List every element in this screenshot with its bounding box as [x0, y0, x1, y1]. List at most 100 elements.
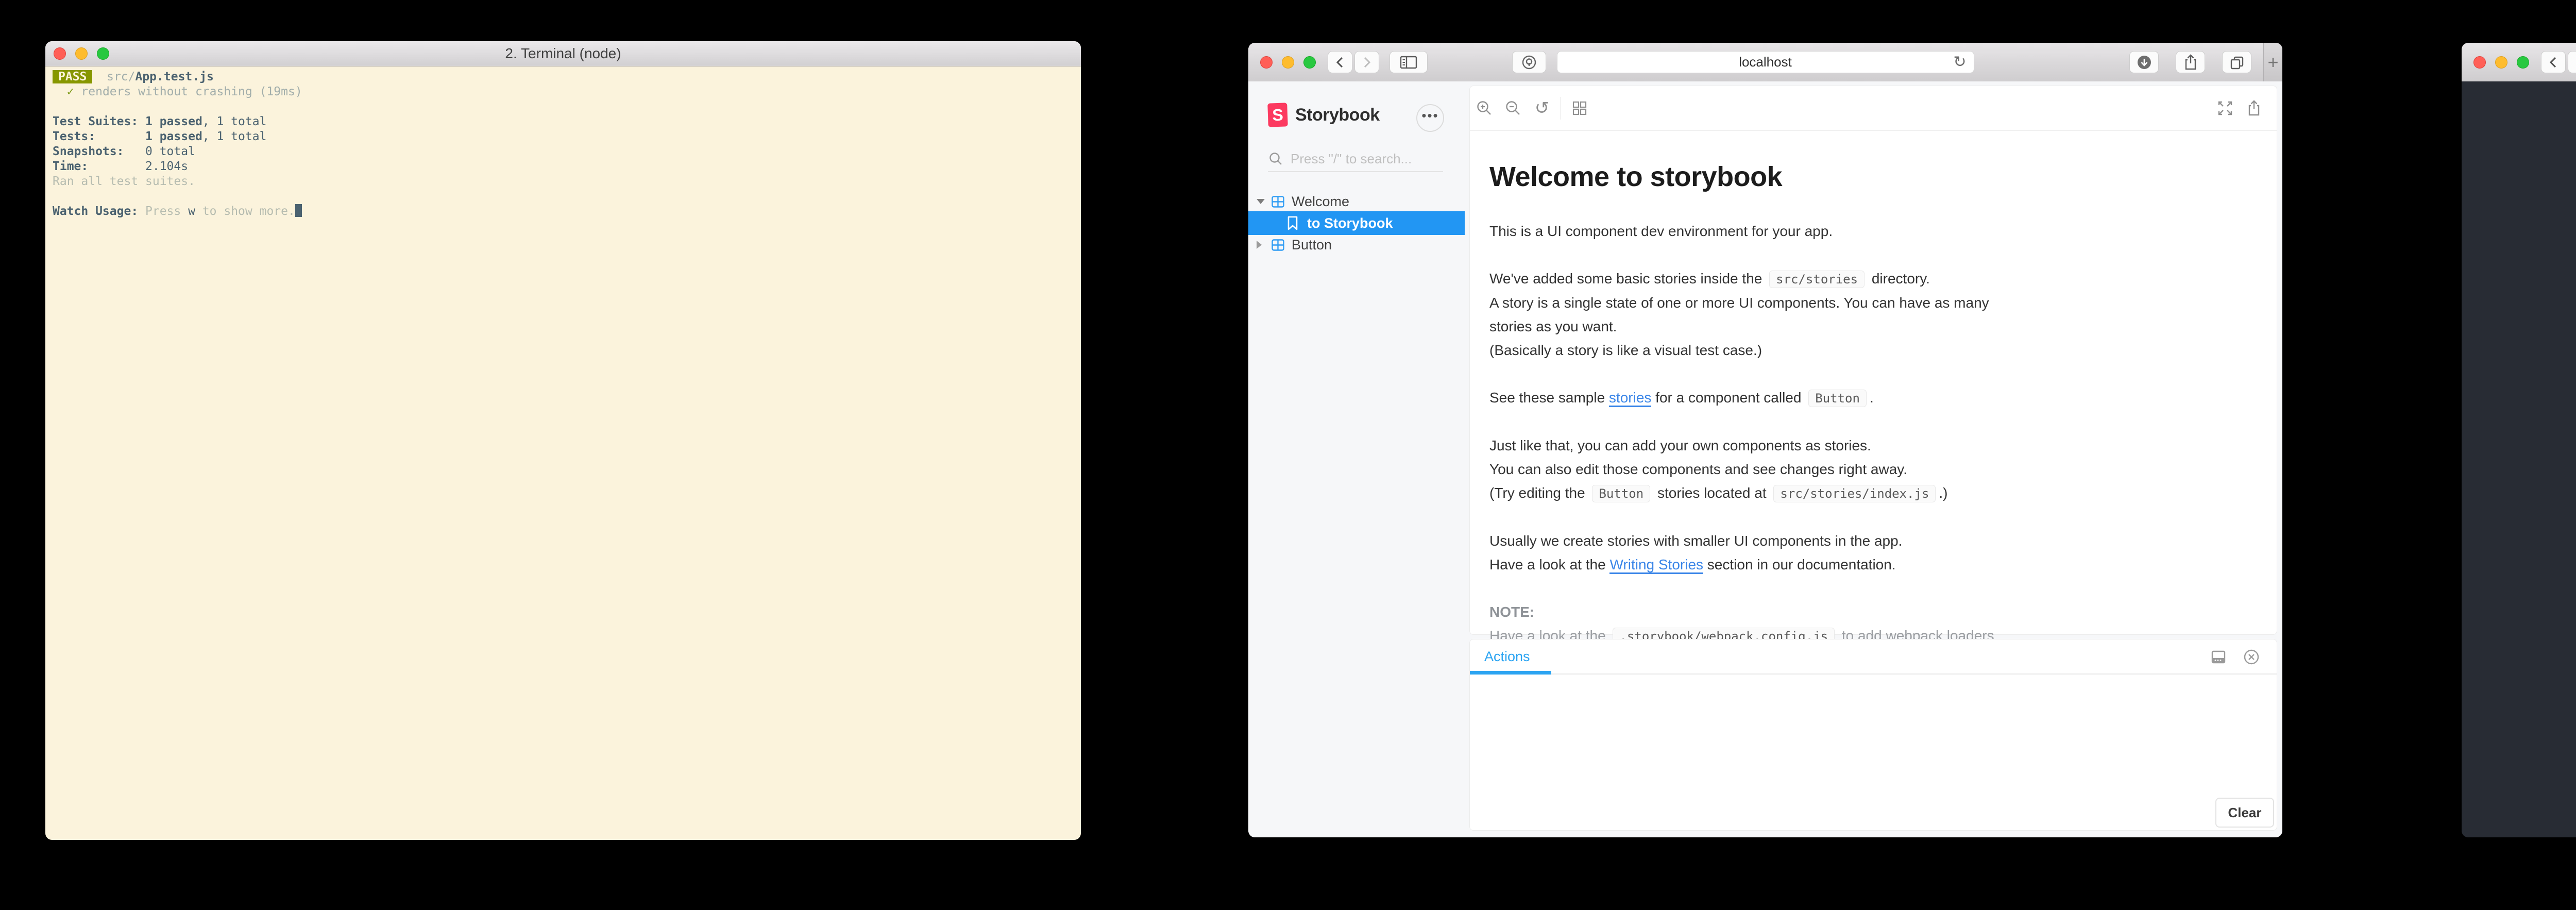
onepassword-extension-button[interactable] — [1512, 51, 1546, 73]
text-line: A story is a single state of one or more… — [1489, 291, 2256, 315]
close-button[interactable] — [2473, 56, 2486, 69]
new-tab-button[interactable]: + — [2263, 43, 2282, 81]
chevron-right-icon — [2573, 55, 2576, 70]
export-icon — [2246, 99, 2262, 117]
share-button[interactable] — [2176, 51, 2205, 73]
terminal-window: 2. Terminal (node) PASS src/App.test.js … — [45, 41, 1081, 840]
caret-down-icon[interactable] — [1257, 199, 1271, 204]
doc-link[interactable]: Writing Stories — [1609, 557, 1704, 574]
sidebar-toggle-button[interactable] — [1389, 51, 1428, 73]
paragraph: See these sample stories for a component… — [1489, 386, 2256, 410]
text-segment: (Basically a story is like a visual test… — [1489, 342, 1762, 358]
downloads-button[interactable] — [2129, 51, 2159, 73]
fullscreen-button[interactable] — [2211, 99, 2240, 117]
tabs-icon — [2229, 55, 2245, 70]
text-line: We've added some basic stories inside th… — [1489, 267, 2256, 291]
browser-toolbar[interactable]: localhost ↻ + — [1248, 43, 2282, 82]
text-segment: Usually we create stories with smaller U… — [1489, 533, 1903, 549]
shortcuts-menu-button[interactable]: ••• — [1416, 104, 1444, 132]
tab-overview-button[interactable] — [2222, 51, 2251, 73]
zoom-button[interactable] — [1303, 56, 1316, 69]
terminal-line: ✓ renders without crashing (19ms) — [66, 85, 302, 98]
back-button[interactable] — [1328, 51, 1352, 73]
terminal-line: Snapshots: 0 total — [53, 145, 195, 158]
storybook-browser-window: localhost ↻ + S Storybook ••• Press "/" … — [1248, 43, 2282, 837]
text-segment: See these sample — [1489, 390, 1609, 406]
reload-icon[interactable]: ↻ — [1953, 54, 1966, 70]
stories-tree: Welcome to Storybook Button — [1248, 192, 1465, 255]
doc-link[interactable]: stories — [1608, 390, 1652, 407]
panel-position-button[interactable] — [2206, 646, 2231, 668]
text-segment: You can also edit those components and s… — [1489, 461, 1907, 477]
paragraph: Usually we create stories with smaller U… — [1489, 529, 2256, 577]
forward-button[interactable] — [1354, 51, 1379, 73]
chevron-right-icon — [1360, 55, 1374, 70]
zoom-reset-button[interactable]: ↺ — [1528, 99, 1556, 117]
forward-button[interactable] — [2568, 51, 2576, 73]
paragraph: We've added some basic stories inside th… — [1489, 267, 2256, 362]
download-icon — [2136, 54, 2153, 71]
storybook-logo-icon: S — [1267, 103, 1288, 127]
zoom-in-button[interactable] — [1470, 99, 1499, 117]
addons-panel: Actions Clear — [1469, 639, 2277, 831]
close-button[interactable] — [54, 47, 66, 60]
storybook-brand[interactable]: S Storybook — [1267, 103, 1380, 127]
zoom-button[interactable] — [2517, 56, 2529, 69]
zoom-in-icon — [1476, 99, 1493, 117]
bookmark-icon — [1286, 215, 1307, 231]
code-chip: src/stories — [1769, 271, 1865, 288]
close-button[interactable] — [1260, 56, 1273, 69]
minimize-button[interactable] — [75, 47, 88, 60]
text-segment: section in our documentation. — [1703, 557, 1896, 572]
text-line: Have a look at the Writing Stories secti… — [1489, 553, 2256, 577]
text-segment: (Try editing the — [1489, 485, 1589, 501]
terminal-line: Tests: 1 passed, 1 total — [53, 130, 267, 143]
sidebar-item-welcome[interactable]: Welcome — [1248, 192, 1465, 211]
tab-actions[interactable]: Actions — [1484, 649, 1530, 665]
minimize-button[interactable] — [1282, 56, 1294, 69]
paragraph: Just like that, you can add your own com… — [1489, 434, 2256, 505]
addons-tabbar: Actions — [1470, 639, 2277, 675]
terminal-line: PASS src/App.test.js — [53, 70, 1081, 85]
search-placeholder: Press "/" to search... — [1291, 150, 1412, 166]
text-line: This is a UI component dev environment f… — [1489, 220, 2256, 243]
reset-zoom-icon: ↺ — [1534, 98, 1550, 119]
sidebar-item-button[interactable]: Button — [1248, 235, 1465, 255]
address-bar[interactable]: localhost ↻ — [1556, 51, 1974, 73]
onepassword-icon — [1521, 54, 1537, 71]
minimize-button[interactable] — [2495, 56, 2507, 69]
terminal-cursor — [295, 204, 302, 217]
url-text: localhost — [1739, 54, 1792, 70]
chevron-left-icon — [2547, 55, 2560, 70]
zoom-out-button[interactable] — [1499, 99, 1528, 117]
open-canvas-new-tab-button[interactable] — [2240, 99, 2268, 117]
zoom-button[interactable] — [97, 47, 109, 60]
search-input[interactable]: Press "/" to search... — [1268, 146, 1443, 172]
sidebar-item-to-storybook[interactable]: to Storybook — [1248, 211, 1465, 235]
text-line: Just like that, you can add your own com… — [1489, 434, 2256, 458]
clear-actions-button[interactable]: Clear — [2215, 798, 2274, 828]
dock-bottom-icon — [2210, 649, 2227, 665]
terminal-titlebar[interactable]: 2. Terminal (node) — [45, 41, 1081, 66]
react-browser-window: localhost ↻ + Edit src/App.js and save — [2462, 43, 2576, 837]
text-line: See these sample stories for a component… — [1489, 386, 2256, 410]
close-panel-button[interactable] — [2239, 646, 2264, 668]
chevron-left-icon — [1333, 55, 1347, 70]
share-icon — [2183, 54, 2198, 71]
text-line: NOTE: — [1489, 600, 2256, 624]
grid-icon — [1271, 238, 1292, 252]
search-icon — [1268, 151, 1283, 166]
sidebar-icon — [1399, 55, 1418, 70]
caret-right-icon[interactable] — [1257, 241, 1271, 249]
welcome-story-content: Welcome to storybook This is a UI compone… — [1470, 131, 2277, 672]
back-button[interactable] — [2541, 51, 2566, 73]
welcome-heading: Welcome to storybook — [1489, 161, 1783, 192]
text-segment: Have a look at the — [1489, 557, 1610, 572]
text-segment: directory. — [1868, 271, 1930, 287]
text-segment: We've added some basic stories inside th… — [1489, 271, 1767, 287]
grid-toggle-button[interactable] — [1565, 100, 1594, 116]
storybook-sidebar: S Storybook ••• Press "/" to search... W… — [1248, 81, 1465, 837]
terminal-output[interactable]: PASS src/App.test.js ✓ renders without c… — [45, 66, 1081, 219]
browser-toolbar[interactable]: localhost ↻ + — [2462, 43, 2576, 82]
